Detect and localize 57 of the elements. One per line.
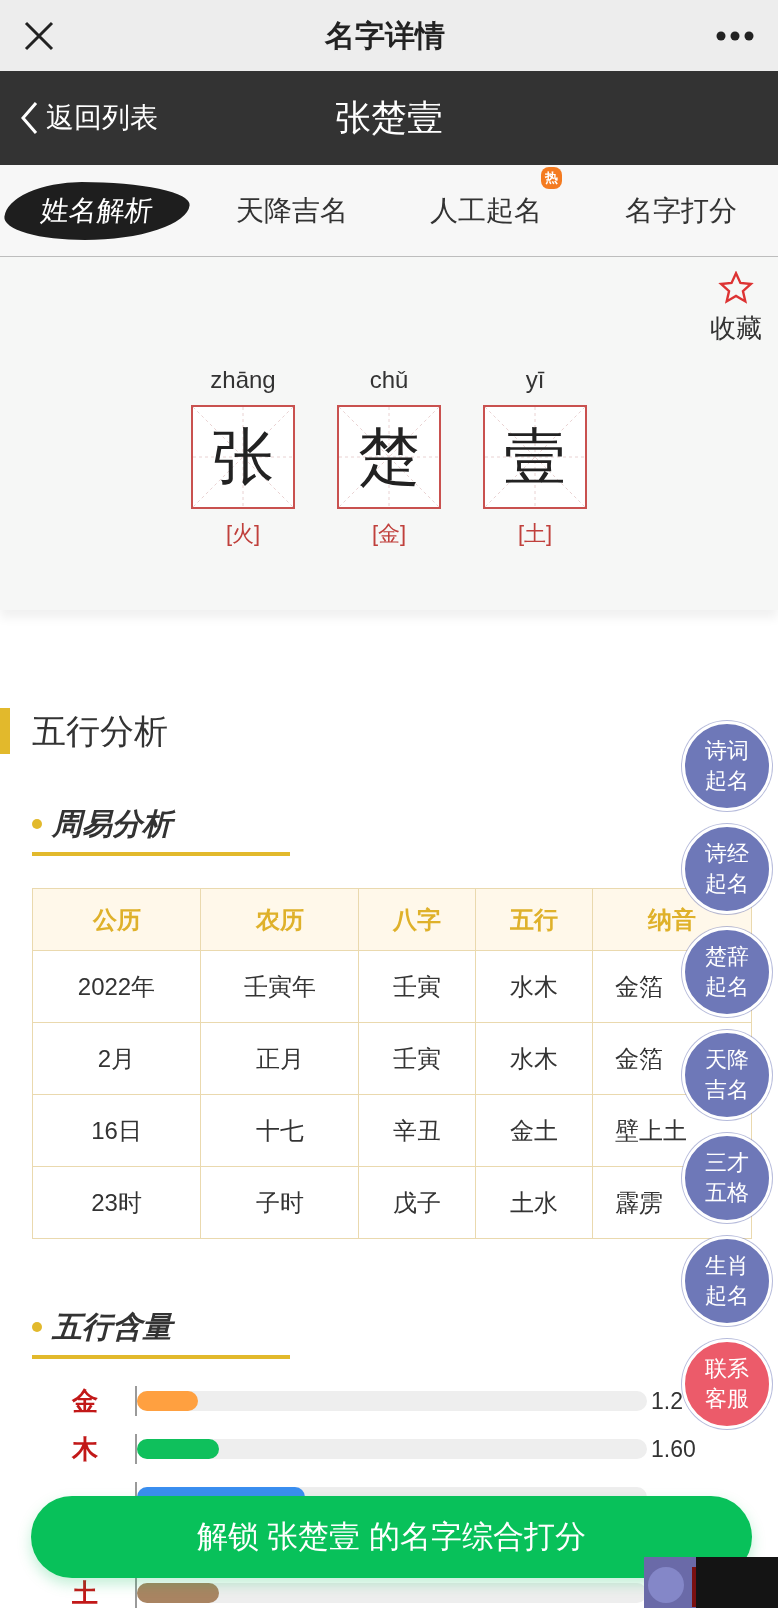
dot-icon (32, 818, 42, 829)
name-character: 壹 (504, 426, 566, 488)
table-cell-text: 壬寅 (393, 1043, 441, 1074)
floating-button[interactable]: 天降吉名 (682, 1030, 772, 1120)
column-header: 农历 (255, 904, 304, 935)
element-name: 木 (71, 1436, 99, 1462)
floating-button[interactable]: 联系客服 (682, 1339, 772, 1429)
table-cell-text: 十七 (255, 1115, 304, 1146)
table-cell-text: 水木 (510, 971, 558, 1002)
table-cell-text: 水木 (510, 1043, 558, 1074)
back-chevron-icon (20, 101, 38, 135)
column-header: 五行 (510, 904, 558, 935)
table-cell-text: 霹雳 (615, 1187, 663, 1218)
table-cell-text: 壬寅 (393, 971, 441, 1002)
pinyin: zhāng (210, 365, 276, 395)
element-label: [土] (517, 520, 553, 548)
bar-value: 1.2 (651, 1386, 683, 1416)
table-cell-text: 2022年 (77, 971, 156, 1002)
column-header: 八字 (393, 904, 441, 935)
table-cell-text: 16日 (91, 1115, 142, 1146)
hot-badge: 热 (540, 167, 562, 189)
table-cell-text: 金土 (510, 1115, 558, 1146)
floating-button[interactable]: 诗词起名 (682, 721, 772, 811)
element-name: 金 (71, 1388, 99, 1414)
table-cell-text: 戊子 (393, 1187, 441, 1218)
header-title: 张楚壹 (335, 96, 443, 140)
table-cell-text: 23时 (91, 1187, 142, 1218)
table-cell-text: 金箔 (615, 971, 663, 1002)
name-character: 楚 (358, 426, 420, 488)
page-title: 名字详情 (325, 18, 445, 54)
column-header: 公历 (92, 904, 141, 935)
dot-icon (32, 1321, 42, 1332)
section-title: 五行分析 (32, 710, 168, 752)
element-name: 土 (71, 1580, 99, 1606)
table-cell-text: 正月 (255, 1043, 304, 1074)
section-marker (0, 708, 10, 754)
star-icon (718, 271, 754, 305)
element-label: [金] (371, 520, 407, 548)
bar-value: 1.60 (651, 1434, 696, 1464)
pinyin: yī (525, 365, 545, 395)
tab[interactable]: 名字打分 (616, 181, 745, 240)
element-label: [火] (225, 520, 261, 548)
tab[interactable]: 天降吉名 (227, 181, 356, 240)
table-cell-text: 子时 (255, 1187, 304, 1218)
table-cell-text: 壬寅年 (243, 971, 316, 1002)
name-character: 张 (212, 426, 274, 488)
unlock-score-button[interactable]: 解锁 张楚壹 的名字综合打分 (31, 1496, 752, 1578)
floating-button[interactable]: 生肖起名 (682, 1236, 772, 1326)
more-icon[interactable] (716, 30, 754, 41)
table-cell-text: 辛丑 (393, 1115, 441, 1146)
table-cell-text: 金箔 (615, 1043, 663, 1074)
table-cell-text: 土水 (510, 1187, 558, 1218)
table-cell-text: 2月 (97, 1043, 136, 1074)
close-icon[interactable] (24, 20, 54, 51)
favorite-button[interactable]: 收藏 (710, 271, 762, 348)
pinyin: chǔ (369, 365, 409, 395)
back-button[interactable]: 返回列表 (20, 97, 158, 139)
